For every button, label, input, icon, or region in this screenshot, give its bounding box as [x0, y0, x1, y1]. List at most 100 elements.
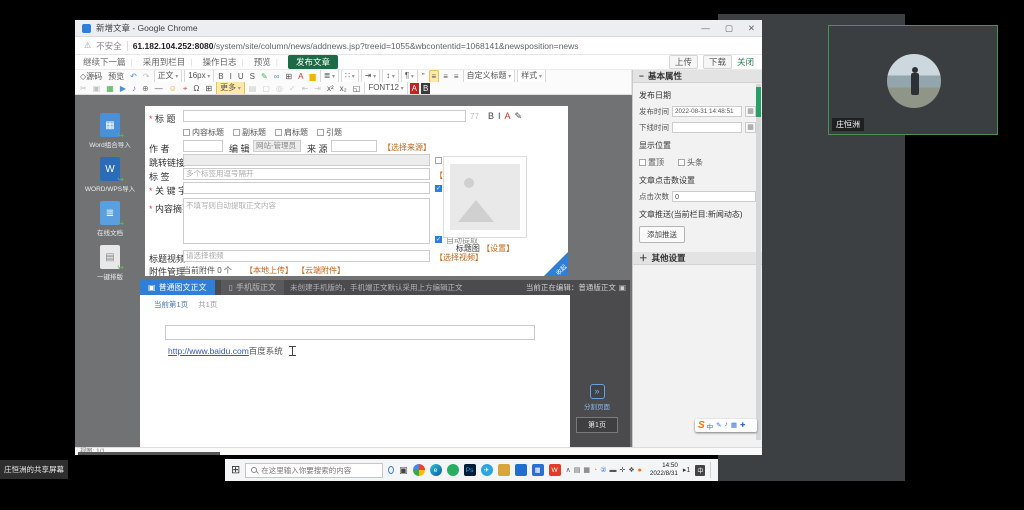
clicks-input[interactable]: 0 [672, 191, 756, 202]
font-size-select[interactable]: 16px [184, 70, 214, 82]
title-image-settings-link[interactable]: 【设置】 [482, 244, 514, 253]
split-page-icon[interactable]: » [590, 384, 605, 399]
content-title-checkbox[interactable]: 内容标题 [183, 127, 224, 138]
tray-display-icon[interactable]: ▦ [583, 466, 590, 474]
tray-dark-icon[interactable]: ▬ [609, 467, 616, 474]
underline-icon[interactable]: U [236, 71, 246, 82]
ime-keyboard-icon[interactable]: ▦ [731, 421, 737, 431]
browser-titlebar[interactable]: 新增文章 - Google Chrome — ▢ ✕ [75, 20, 762, 37]
publish-article-button[interactable]: 发布文章 [288, 55, 338, 69]
word-wps-import-tool[interactable]: W WORD/WPS导入 [81, 157, 139, 193]
ime-input-indicator[interactable]: ▸1 [683, 466, 690, 474]
sub-title-checkbox[interactable]: 副标题 [233, 127, 266, 138]
participant-video-tile[interactable]: 庄恒洲 [828, 25, 998, 135]
minimize-button[interactable]: — [701, 23, 710, 34]
horizontal-scrollbar[interactable] [78, 452, 220, 455]
close-button[interactable]: ✕ [748, 23, 755, 34]
highlight-color-icon[interactable]: ▆ [307, 71, 317, 82]
preview-button[interactable]: 预览 [106, 71, 126, 82]
offline-time-input[interactable] [672, 122, 742, 133]
emotion-icon[interactable]: ☺ [167, 83, 179, 94]
title-color-icon[interactable]: A [505, 111, 511, 122]
green-app-icon[interactable] [447, 464, 459, 476]
tab-mobile-body[interactable]: ▯手机版正文 [221, 280, 284, 295]
keyword-auto-checkbox[interactable] [435, 185, 442, 192]
style-select[interactable]: 样式 [517, 70, 546, 82]
folder-icon[interactable] [498, 464, 510, 476]
show-desktop-button[interactable] [710, 462, 712, 478]
taskbar-clock[interactable]: 14:50 2022/8/31 [650, 462, 678, 477]
download-button[interactable]: 下载 [703, 55, 732, 69]
tray-clock-icon[interactable]: ◔ [593, 467, 597, 474]
one-key-format-tool[interactable]: ▤ 一键排版 [81, 245, 139, 281]
cloud-attachment-link[interactable]: 【云端附件】 [297, 265, 345, 276]
copy-icon[interactable]: ▣ [91, 83, 103, 94]
action-link[interactable]: 继续下一篇 [83, 56, 138, 68]
lead-title-checkbox[interactable]: 引题 [317, 127, 342, 138]
action-link[interactable]: 预览 [254, 56, 283, 68]
upload-button[interactable]: 上传 [669, 55, 698, 69]
title-edit-icon[interactable]: ✎ [515, 111, 523, 122]
hr-icon[interactable]: — [153, 83, 165, 94]
strikethrough-icon[interactable]: S [248, 71, 257, 82]
calendar-icon[interactable]: ▦ [745, 106, 756, 117]
word-combine-import-tool[interactable]: ▦ Word组合导入 [81, 113, 139, 149]
subscript-icon[interactable]: x₂ [338, 83, 349, 94]
indent-left-icon[interactable]: ⇤ [300, 83, 311, 94]
cut-icon[interactable]: ✂ [78, 83, 89, 94]
local-upload-link[interactable]: 【本地上传】 [245, 265, 293, 276]
source-input[interactable] [331, 140, 377, 152]
font-tool-select[interactable]: FONT12 [364, 82, 407, 94]
tray-device-icon[interactable]: ❖ [628, 466, 634, 474]
calendar-icon[interactable]: ▦ [745, 122, 756, 133]
indent-icon[interactable]: ⇥ [361, 70, 380, 82]
tray-expand-icon[interactable]: ∧ [566, 466, 571, 474]
paragraph-space-icon[interactable]: ¶ [401, 70, 418, 82]
task-view-icon[interactable]: ▣ [399, 465, 408, 476]
editor-input[interactable]: 网站-管理员 [253, 140, 301, 152]
summary-auto-checkbox[interactable] [435, 236, 442, 243]
ordered-list-icon[interactable]: ≣ [320, 70, 339, 82]
shoulder-title-checkbox[interactable]: 肩标题 [275, 127, 308, 138]
special-char-icon[interactable]: Ω [191, 83, 201, 94]
keyword-input[interactable] [183, 182, 430, 194]
custom-title-select[interactable]: 自定义标题 [463, 70, 516, 82]
red-tool-icon[interactable]: A [410, 83, 419, 94]
undo-icon[interactable]: ↶ [128, 71, 139, 82]
pictures-app-icon[interactable]: ▦ [532, 464, 544, 476]
align-center-icon[interactable]: ≡ [441, 71, 450, 82]
source-code-button[interactable]: ◇源码 [78, 71, 104, 82]
url-bar[interactable]: ⚠ 不安全 61.182.104.252:8080/system/site/co… [75, 37, 762, 55]
jump-advanced-checkbox[interactable] [435, 157, 442, 164]
tray-plus-icon[interactable]: ✛ [619, 466, 625, 474]
paste-text-icon[interactable]: ▤ [247, 83, 259, 94]
current-page-label[interactable]: 当前第1页 [154, 299, 188, 310]
telegram-icon[interactable]: ✈ [481, 464, 493, 476]
author-input[interactable] [183, 140, 223, 152]
blockquote-icon[interactable]: ” [420, 71, 427, 82]
more-select[interactable]: 更多 [216, 82, 245, 94]
find-replace-icon[interactable]: ◎ [274, 83, 285, 94]
title-image-box[interactable] [443, 156, 527, 238]
maximize-button[interactable]: ▢ [725, 23, 733, 34]
body-link[interactable]: http://www.baidu.com [168, 346, 249, 356]
ime-mic-icon[interactable]: ♪ [725, 421, 728, 431]
align-left-icon[interactable]: ≡ [429, 70, 440, 82]
ime-language-badge[interactable]: 中 [695, 465, 705, 476]
paragraph-format-select[interactable]: 正文 [154, 70, 183, 82]
dark-tool-icon[interactable]: B [421, 83, 430, 94]
tray-network-icon[interactable]: ▤ [574, 466, 581, 474]
align-right-icon[interactable]: ≡ [452, 71, 461, 82]
indent-right-icon[interactable]: ⇥ [312, 83, 323, 94]
redo-icon[interactable]: ↷ [141, 71, 152, 82]
attachment-icon[interactable]: ⊕ [140, 83, 151, 94]
link-icon[interactable]: ∞ [272, 71, 282, 82]
bold-icon[interactable]: B [216, 71, 225, 82]
title-italic-icon[interactable]: I [498, 111, 501, 122]
page-1-badge[interactable]: 第1页 [576, 417, 618, 433]
edge-icon[interactable]: e [430, 464, 442, 476]
tag-input[interactable]: 多个标签用逗号隔开 [183, 168, 430, 180]
format-painter-icon[interactable]: ✎ [259, 71, 270, 82]
expand-icon[interactable]: ▣ [619, 283, 626, 292]
sogou-ime-bar[interactable]: S 中✎♪▦✚ [695, 419, 757, 432]
